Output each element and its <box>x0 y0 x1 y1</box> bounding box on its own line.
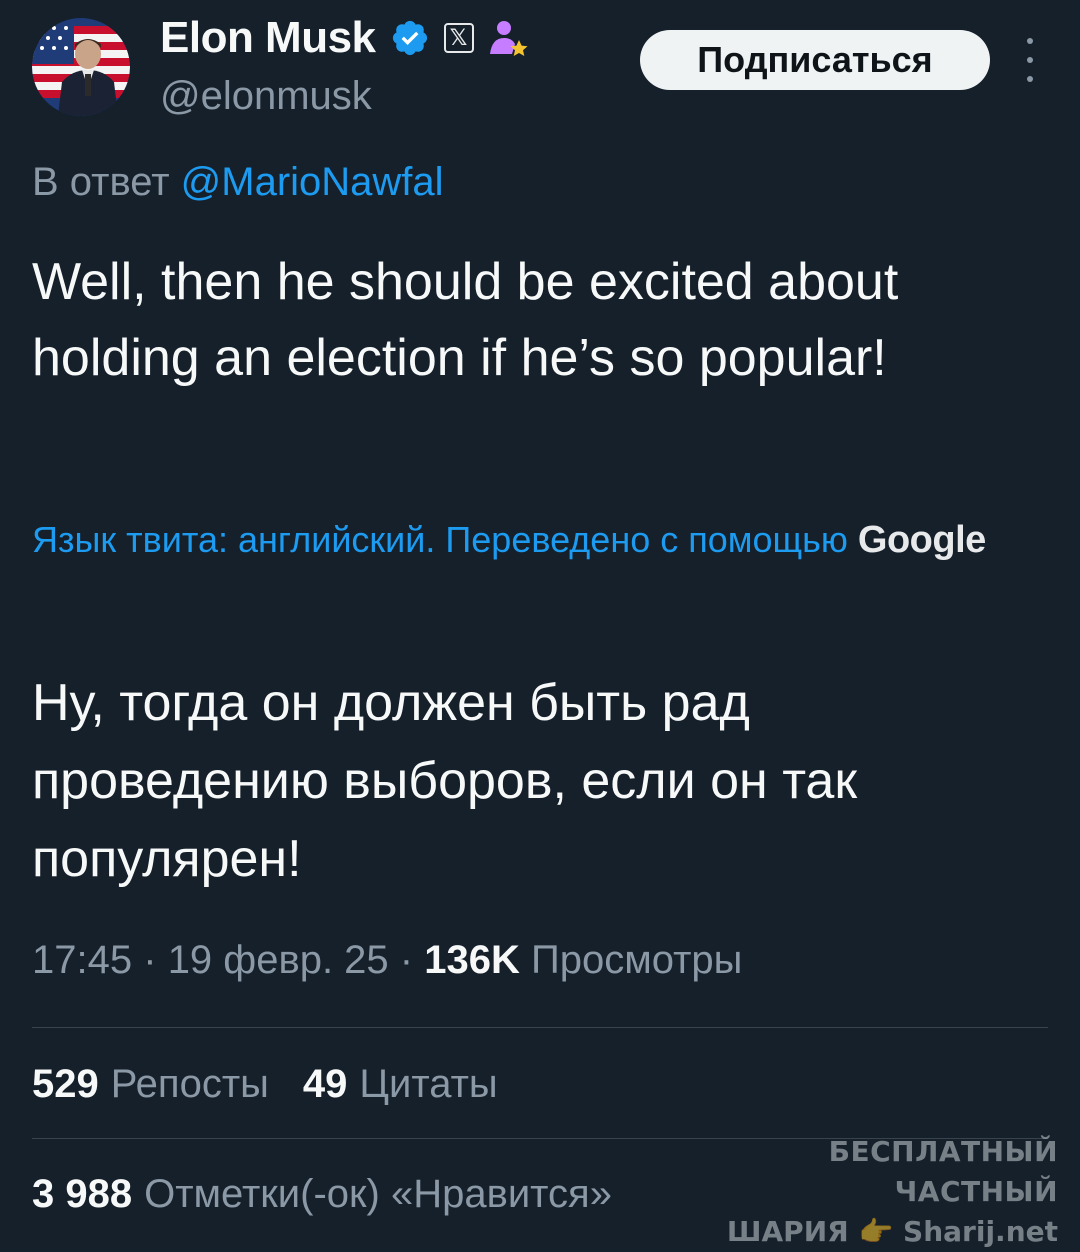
translation-note: Язык твита: английский. Переведено с пом… <box>32 508 1032 572</box>
subscribe-button[interactable]: Подписаться <box>640 30 990 90</box>
likes-label: Отметки(-ок) «Нравится» <box>144 1172 612 1216</box>
google-logo: Google <box>857 519 986 561</box>
meta-separator: · <box>399 938 414 982</box>
more-dot <box>1027 57 1033 63</box>
author-name-row: Elon Musk 𝕏 <box>160 10 530 66</box>
likes-stat[interactable]: 3 988 Отметки(-ок) «Нравится» <box>32 1172 612 1217</box>
avatar-image <box>32 18 130 116</box>
reply-context: В ответ @MarioNawfal <box>32 160 444 205</box>
watermark: БЕСПЛАТНЫЙ ЧАСТНЫЙ ШАРИЯ 👉 Sharij.net <box>690 1132 1058 1252</box>
translated-tweet-text: Ну, тогда он должен быть рад проведению … <box>32 674 858 888</box>
tweet-text: Well, then he should be excited about ho… <box>32 253 899 387</box>
avatar[interactable] <box>32 18 130 116</box>
tweet-header: Elon Musk 𝕏 @elonmusk Подписаться <box>0 0 1080 140</box>
more-vertical-icon[interactable] <box>1018 38 1042 82</box>
verified-badge-icon <box>390 18 430 58</box>
stats-row-reposts-quotes: 529 Репосты 49 Цитаты <box>32 1062 532 1107</box>
author-handle[interactable]: @elonmusk <box>160 74 372 119</box>
reposts-stat[interactable]: 529 Репосты <box>32 1062 269 1107</box>
quotes-label: Цитаты <box>359 1062 498 1106</box>
tweet-meta: 17:45 · 19 февр. 25 · 136K Просмотры <box>32 938 742 983</box>
reply-mention-link[interactable]: @MarioNawfal <box>181 160 444 204</box>
more-dot <box>1027 38 1033 44</box>
reposts-label: Репосты <box>110 1062 269 1106</box>
watermark-line-2: ШАРИЯ 👉 Sharij.net <box>726 1215 1058 1248</box>
reposts-count: 529 <box>32 1062 99 1106</box>
x-logo-icon: 𝕏 <box>443 23 474 53</box>
tweet-time[interactable]: 17:45 <box>32 938 132 982</box>
stats-row-likes: 3 988 Отметки(-ок) «Нравится» <box>32 1172 646 1217</box>
more-dot <box>1027 76 1033 82</box>
author-display-name[interactable]: Elon Musk <box>160 13 376 63</box>
divider <box>32 1027 1048 1028</box>
tweet-date[interactable]: 19 февр. 25 <box>168 938 389 982</box>
user-star-icon <box>486 16 530 60</box>
views-label: Просмотры <box>531 938 743 982</box>
likes-count: 3 988 <box>32 1172 133 1216</box>
quotes-stat[interactable]: 49 Цитаты <box>303 1062 498 1107</box>
translation-note-link[interactable]: Язык твита: английский. Переведено с пом… <box>32 519 848 560</box>
reply-prefix: В ответ <box>32 160 170 204</box>
quotes-count: 49 <box>302 1062 348 1106</box>
watermark-line-1: БЕСПЛАТНЫЙ ЧАСТНЫЙ <box>828 1135 1058 1208</box>
meta-separator: · <box>143 938 157 982</box>
views-count: 136K <box>424 938 520 982</box>
divider <box>32 1138 1048 1139</box>
